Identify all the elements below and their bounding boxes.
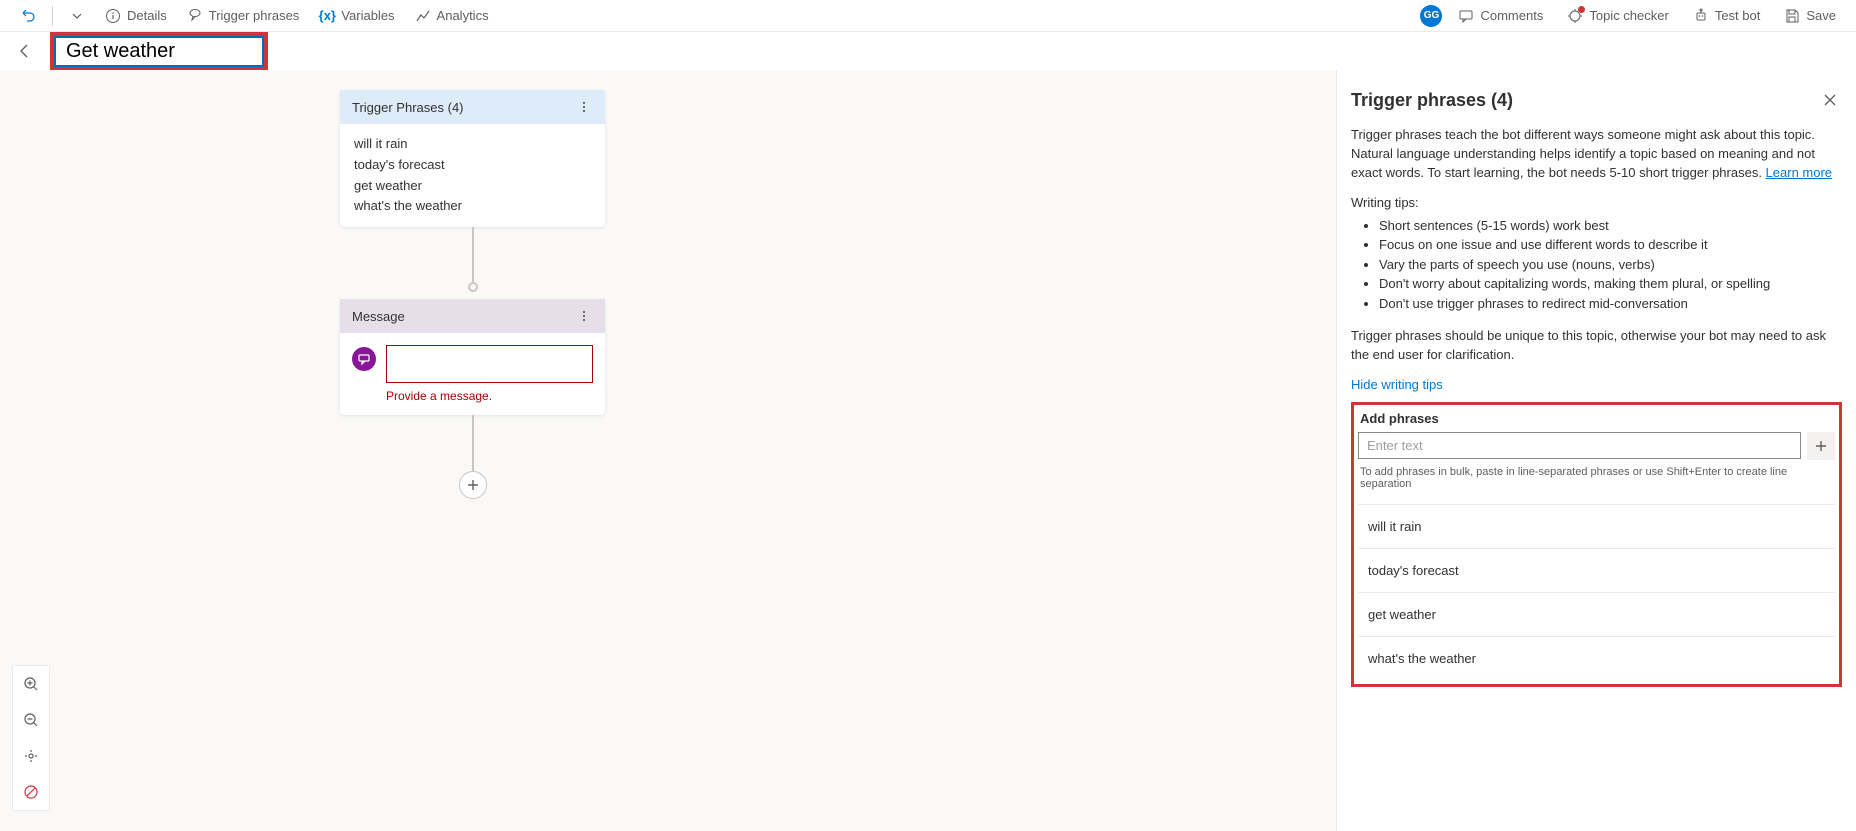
undo-icon <box>20 8 36 24</box>
comments-label: Comments <box>1480 8 1543 23</box>
comments-button[interactable]: Comments <box>1450 4 1551 28</box>
message-card-menu[interactable] <box>575 307 593 325</box>
connector-2 <box>472 415 474 485</box>
zoom-in-button[interactable] <box>13 666 49 702</box>
canvas-phrase-0: will it rain <box>354 134 591 155</box>
tips-list: Short sentences (5-15 words) work best F… <box>1351 216 1842 314</box>
bot-icon <box>1693 8 1709 24</box>
canvas-content: Trigger Phrases (4) will it rain today's… <box>340 90 605 485</box>
panel-unique-text: Trigger phrases should be unique to this… <box>1351 327 1842 365</box>
details-label: Details <box>127 8 167 23</box>
trigger-card-title: Trigger Phrases (4) <box>352 100 464 115</box>
message-card-header: Message <box>340 299 605 333</box>
message-text-input[interactable] <box>386 345 593 383</box>
message-card[interactable]: Message Provide a message. <box>340 299 605 415</box>
canvas-phrase-1: today's forecast <box>354 155 591 176</box>
trigger-card-body: will it rain today's forecast get weathe… <box>340 124 605 227</box>
panel-phrase-1[interactable]: today's forecast <box>1358 548 1835 592</box>
analytics-label: Analytics <box>437 8 489 23</box>
add-node-button[interactable] <box>459 471 487 499</box>
learn-more-link[interactable]: Learn more <box>1766 165 1832 180</box>
details-button[interactable]: Details <box>97 4 175 28</box>
save-button[interactable]: Save <box>1776 4 1844 28</box>
tips-title: Writing tips: <box>1351 195 1842 210</box>
panel-phrase-list: will it rain today's forecast get weathe… <box>1358 504 1835 680</box>
panel-intro-text: Trigger phrases teach the bot different … <box>1351 127 1815 180</box>
analytics-button[interactable]: Analytics <box>407 4 497 28</box>
hide-tips-link[interactable]: Hide writing tips <box>1351 377 1443 392</box>
main-area: Trigger Phrases (4) will it rain today's… <box>0 70 1856 831</box>
avatar[interactable]: GG <box>1420 5 1442 27</box>
more-dropdown[interactable] <box>61 4 93 28</box>
tip-3: Don't worry about capitalizing words, ma… <box>1379 274 1842 294</box>
undo-button[interactable] <box>12 4 44 28</box>
add-phrase-input[interactable] <box>1358 432 1801 459</box>
reset-button[interactable] <box>13 774 49 810</box>
toolbar-divider <box>52 6 53 26</box>
add-phrase-hint: To add phrases in bulk, paste in line-se… <box>1358 466 1835 490</box>
add-phrases-row <box>1358 432 1835 460</box>
message-input-area: Provide a message. <box>386 345 593 403</box>
toolbar-left: Details Trigger phrases {x} Variables An… <box>12 4 497 28</box>
variables-label: Variables <box>341 8 394 23</box>
topic-checker-icon <box>1567 8 1583 24</box>
variables-button[interactable]: {x} Variables <box>311 4 402 28</box>
trigger-icon <box>187 8 203 24</box>
panel-title: Trigger phrases (4) <box>1351 90 1513 111</box>
right-panel: Trigger phrases (4) Trigger phrases teac… <box>1336 70 1856 831</box>
tip-1: Focus on one issue and use different wor… <box>1379 235 1842 255</box>
trigger-phrases-card[interactable]: Trigger Phrases (4) will it rain today's… <box>340 90 605 227</box>
zoom-toolbar <box>12 665 50 811</box>
title-input-highlight <box>50 32 268 71</box>
add-phrase-button[interactable] <box>1807 432 1835 460</box>
tip-2: Vary the parts of speech you use (nouns,… <box>1379 255 1842 275</box>
info-icon <box>105 8 121 24</box>
save-icon <box>1784 8 1800 24</box>
test-bot-label: Test bot <box>1715 8 1761 23</box>
message-bubble-icon <box>352 347 376 371</box>
toolbar-right: GG Comments Topic checker Test bot Save <box>1420 4 1844 28</box>
chevron-down-icon <box>69 8 85 24</box>
message-card-body: Provide a message. <box>340 333 605 415</box>
analytics-icon <box>415 8 431 24</box>
variables-icon: {x} <box>319 8 335 24</box>
message-card-title: Message <box>352 309 405 324</box>
topic-checker-label: Topic checker <box>1589 8 1668 23</box>
fit-view-button[interactable] <box>13 738 49 774</box>
tip-4: Don't use trigger phrases to redirect mi… <box>1379 294 1842 314</box>
canvas-area[interactable]: Trigger Phrases (4) will it rain today's… <box>0 70 1336 831</box>
panel-phrase-2[interactable]: get weather <box>1358 592 1835 636</box>
connector-dot[interactable] <box>468 282 478 292</box>
canvas-phrase-2: get weather <box>354 176 591 197</box>
back-button[interactable] <box>12 38 38 64</box>
test-bot-button[interactable]: Test bot <box>1685 4 1769 28</box>
panel-phrase-3[interactable]: what's the weather <box>1358 636 1835 680</box>
tip-0: Short sentences (5-15 words) work best <box>1379 216 1842 236</box>
trigger-phrases-button[interactable]: Trigger phrases <box>179 4 308 28</box>
top-toolbar: Details Trigger phrases {x} Variables An… <box>0 0 1856 32</box>
topic-title-input[interactable] <box>54 36 264 67</box>
trigger-card-header: Trigger Phrases (4) <box>340 90 605 124</box>
panel-header: Trigger phrases (4) <box>1351 88 1842 112</box>
zoom-out-button[interactable] <box>13 702 49 738</box>
trigger-phrases-label: Trigger phrases <box>209 8 300 23</box>
connector-1 <box>472 227 474 287</box>
add-phrases-label: Add phrases <box>1358 411 1835 426</box>
topic-checker-button[interactable]: Topic checker <box>1559 4 1676 28</box>
save-label: Save <box>1806 8 1836 23</box>
title-bar <box>0 32 1856 70</box>
panel-intro: Trigger phrases teach the bot different … <box>1351 126 1842 183</box>
canvas-phrase-3: what's the weather <box>354 196 591 217</box>
panel-close-button[interactable] <box>1818 88 1842 112</box>
add-phrases-section: Add phrases To add phrases in bulk, past… <box>1351 402 1842 687</box>
trigger-card-menu[interactable] <box>575 98 593 116</box>
panel-phrase-0[interactable]: will it rain <box>1358 504 1835 548</box>
comment-icon <box>1458 8 1474 24</box>
message-error-text: Provide a message. <box>386 389 593 403</box>
